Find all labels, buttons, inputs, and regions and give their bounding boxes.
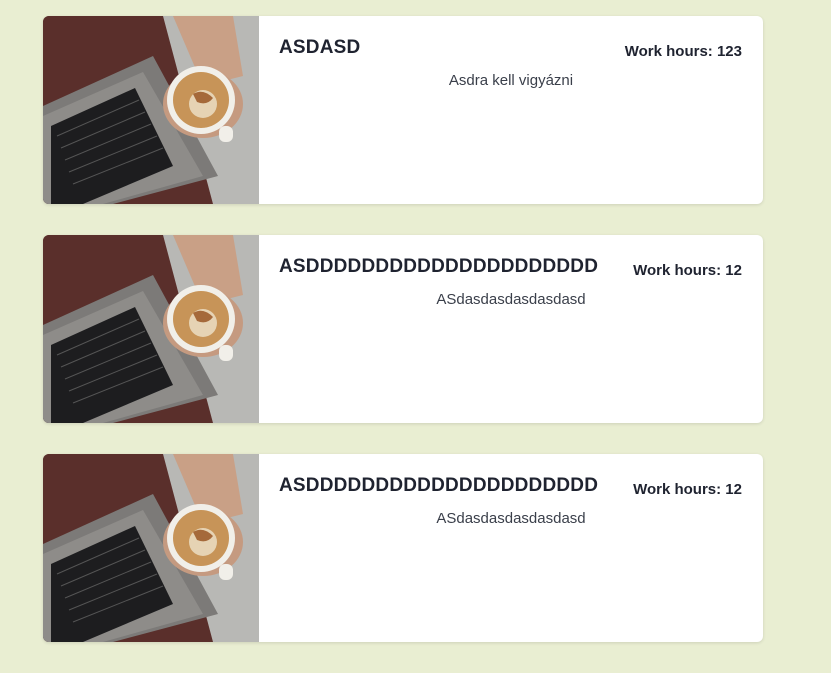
- job-card-list: ASDASD Work hours: 123 Asdra kell vigyáz…: [43, 16, 763, 673]
- card-image: [43, 16, 259, 204]
- card-title: ASDASD: [279, 37, 361, 58]
- laptop-coffee-image: [43, 16, 259, 204]
- card-title: ASDDDDDDDDDDDDDDDDDDDDD: [279, 256, 599, 277]
- job-card[interactable]: ASDASD Work hours: 123 Asdra kell vigyáz…: [43, 16, 763, 204]
- card-body: ASDASD Work hours: 123 Asdra kell vigyáz…: [259, 16, 763, 204]
- card-image: [43, 235, 259, 423]
- card-image: [43, 454, 259, 642]
- work-hours-label: Work hours: 12: [633, 262, 742, 279]
- card-description: Asdra kell vigyázni: [448, 72, 574, 89]
- card-body: ASDDDDDDDDDDDDDDDDDDDDD Work hours: 12 A…: [259, 235, 763, 423]
- work-hours-label: Work hours: 12: [633, 481, 742, 498]
- card-body: ASDDDDDDDDDDDDDDDDDDDDD Work hours: 12 A…: [259, 454, 763, 642]
- job-card[interactable]: ASDDDDDDDDDDDDDDDDDDDDD Work hours: 12 A…: [43, 235, 763, 423]
- card-description: ASdasdasdasdasdasd: [436, 510, 586, 527]
- card-description: ASdasdasdasdasdasd: [436, 291, 586, 308]
- laptop-coffee-image: [43, 454, 259, 642]
- card-title: ASDDDDDDDDDDDDDDDDDDDDD: [279, 475, 599, 496]
- work-hours-label: Work hours: 123: [624, 43, 742, 60]
- laptop-coffee-image: [43, 235, 259, 423]
- job-card[interactable]: ASDDDDDDDDDDDDDDDDDDDDD Work hours: 12 A…: [43, 454, 763, 642]
